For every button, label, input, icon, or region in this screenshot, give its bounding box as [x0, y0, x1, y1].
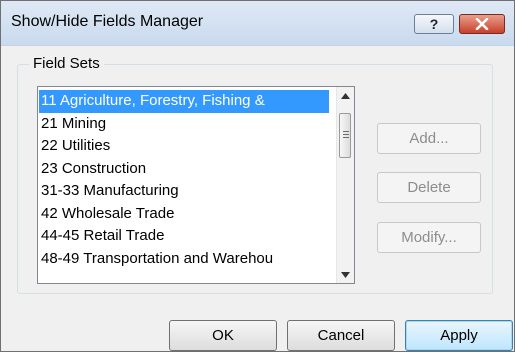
scroll-up-icon	[341, 92, 350, 99]
add-button[interactable]: Add...	[377, 123, 481, 154]
title-bar[interactable]: Show/Hide Fields Manager ?	[1, 1, 514, 46]
field-sets-label: Field Sets	[29, 55, 104, 72]
modify-button[interactable]: Modify...	[377, 222, 481, 253]
thumb-grip	[343, 137, 349, 138]
dialog-body: Field Sets 11 Agriculture, Forestry, Fis…	[9, 46, 513, 351]
field-sets-items: 11 Agriculture, Forestry, Fishing & 21 Mi…	[39, 90, 329, 270]
help-icon: ?	[429, 16, 439, 32]
close-icon	[475, 18, 489, 30]
apply-button[interactable]: Apply	[405, 320, 513, 351]
scroll-down-button[interactable]	[337, 266, 354, 283]
scroll-down-icon	[341, 271, 350, 278]
delete-button[interactable]: Delete	[377, 172, 481, 203]
window-title: Show/Hide Fields Manager	[11, 13, 204, 30]
list-scrollbar[interactable]	[336, 87, 354, 283]
cancel-button[interactable]: Cancel	[287, 320, 395, 351]
list-item[interactable]: 11 Agriculture, Forestry, Fishing &	[39, 90, 329, 113]
close-button[interactable]	[459, 14, 505, 34]
list-item[interactable]: 42 Wholesale Trade	[39, 203, 329, 226]
help-button[interactable]: ?	[414, 14, 454, 34]
list-item[interactable]: 21 Mining	[39, 113, 329, 136]
scroll-up-button[interactable]	[337, 87, 354, 104]
list-item[interactable]: 48-49 Transportation and Warehou	[39, 248, 329, 271]
list-item[interactable]: 23 Construction	[39, 158, 329, 181]
list-item[interactable]: 22 Utilities	[39, 135, 329, 158]
dialog-window: Show/Hide Fields Manager ? Field Sets 11…	[0, 0, 515, 352]
list-item[interactable]: 31-33 Manufacturing	[39, 180, 329, 203]
field-sets-list[interactable]: 11 Agriculture, Forestry, Fishing & 21 Mi…	[37, 86, 355, 284]
scroll-thumb[interactable]	[339, 113, 351, 158]
thumb-grip	[343, 134, 349, 135]
thumb-grip	[343, 131, 349, 132]
ok-button[interactable]: OK	[169, 320, 277, 351]
list-item[interactable]: 44-45 Retail Trade	[39, 225, 329, 248]
